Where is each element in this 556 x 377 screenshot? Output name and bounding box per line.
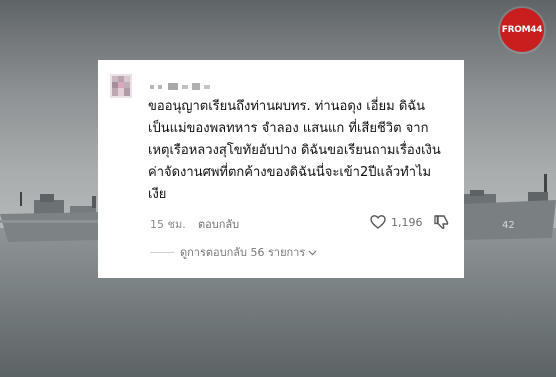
comment-time: 15 ชม. (150, 218, 186, 231)
avatar[interactable] (110, 74, 132, 98)
comment-line: ค่าจัดงานศพที่ตกค้างของดิฉันนี่จะเข้า2ปี… (148, 165, 432, 180)
reply-divider (150, 251, 174, 253)
comment-line: เหตุเรือหลวงสุโขทัยอับปาง ดิฉันขอเรียนถา… (148, 143, 441, 158)
brand-logo: FROM44 (500, 8, 544, 52)
comment-line: เป็นแม่ของพลทหาร จำลอง แสนแก ที่เสียชีวิ… (148, 121, 429, 136)
warship-right: 42 (462, 174, 556, 240)
view-replies-label: ดูการตอบกลับ 56 รายการ (180, 246, 306, 259)
comment-line: เงีย (148, 187, 167, 202)
heart-icon[interactable] (370, 214, 386, 230)
username-redacted[interactable] (148, 82, 218, 92)
comment-card: ขออนุญาตเรียนถึงท่านผบทร. ท่านอดุง เอี่ย… (98, 60, 464, 278)
warship-left (0, 192, 104, 242)
dislike-icon[interactable] (434, 214, 450, 230)
svg-text:42: 42 (502, 220, 515, 231)
logo-text: FROM44 (501, 25, 543, 35)
chevron-down-icon (308, 250, 317, 255)
reply-button[interactable]: ตอบกลับ (198, 215, 239, 233)
like-count: 1,196 (391, 215, 423, 229)
view-replies-button[interactable]: ดูการตอบกลับ 56 รายการ (150, 244, 317, 260)
comment-meta: 15 ชม. ตอบกลับ 1,196 (148, 212, 454, 232)
like-group: 1,196 (370, 212, 423, 232)
comment-line: ขออนุญาตเรียนถึงท่านผบทร. ท่านอดุง เอี่ย… (148, 99, 426, 114)
comment-text: ขออนุญาตเรียนถึงท่านผบทร. ท่านอดุง เอี่ย… (148, 96, 458, 206)
